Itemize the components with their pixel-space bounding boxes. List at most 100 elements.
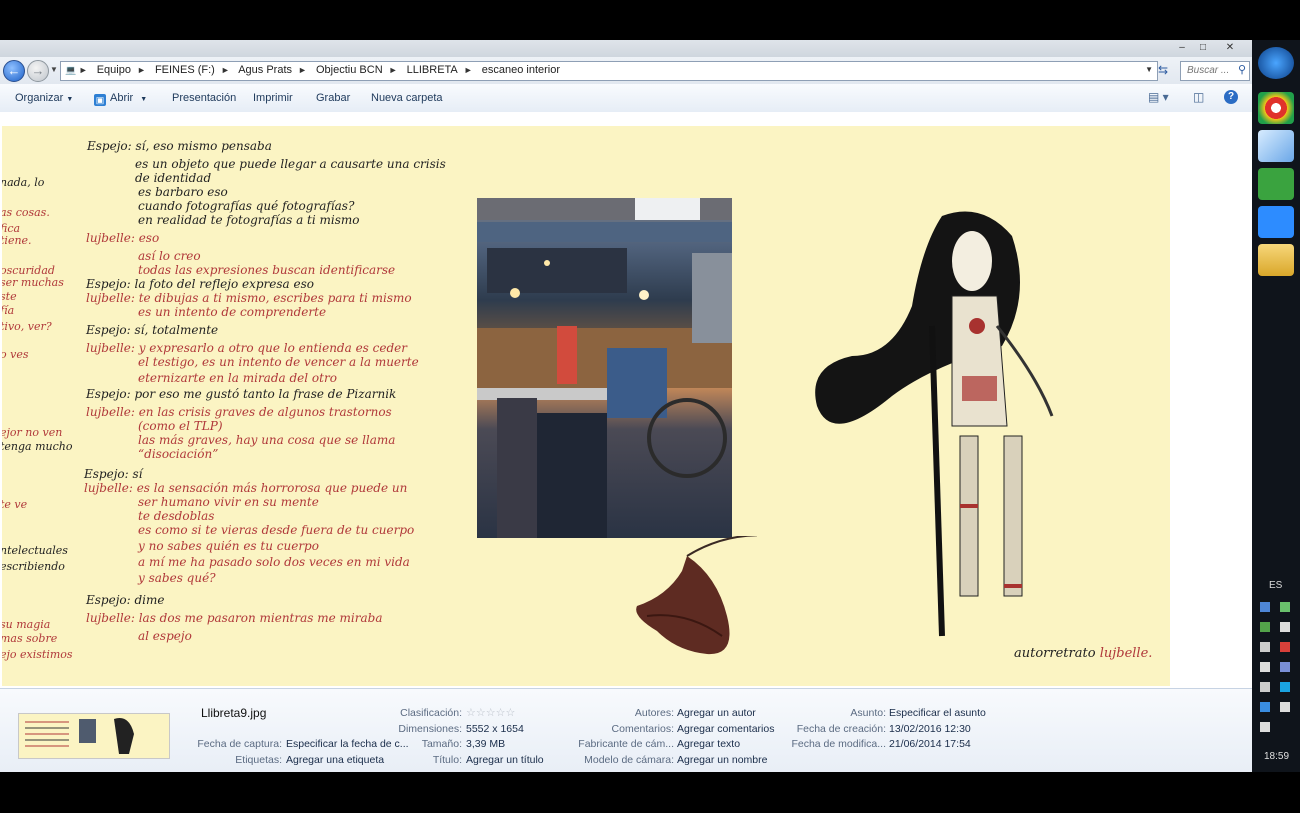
volume-icon[interactable] [1260,662,1270,672]
android-icon[interactable] [1258,168,1294,200]
star-icon[interactable]: ☆ [506,707,516,719]
margin-note: tivo, ver? [2,320,52,333]
tray-icon[interactable] [1260,602,1270,612]
star-icon[interactable]: ☆ [486,707,496,719]
note-line: Espejo: sí [84,467,143,481]
margin-note: as cosas. [2,206,50,219]
note-line: el testigo, es un intento de vencer a la… [138,355,419,369]
signature: autorretrato lujbelle. [1014,646,1152,661]
address-bar[interactable]: 💻 ► Equipo ► FEINES (F:) ► Agus Prats ► Obj… [60,61,1158,81]
organize-button[interactable]: Organizar ▼ [15,92,73,104]
close-icon[interactable]: ✕ [1220,41,1240,55]
slideshow-button[interactable]: Presentación [172,92,236,104]
title-bar: – □ ✕ [0,40,1252,57]
note-line: lujbelle: las dos me pasaron mientras me… [86,611,383,625]
star-icon[interactable]: ☆ [476,707,486,719]
note-line: “disociación” [138,447,219,461]
camera-model-value[interactable]: Agregar un nombre [677,754,767,766]
start-button-icon[interactable] [1258,47,1294,79]
tray-icon[interactable] [1260,682,1270,692]
camera-maker-value[interactable]: Agregar texto [677,738,740,750]
star-icon[interactable]: ☆ [496,707,506,719]
search-icon[interactable]: ⚲ [1238,63,1246,76]
crumb-separator-icon[interactable]: ► [298,65,307,75]
open-label: Abrir [110,92,134,104]
tray-icon[interactable] [1260,622,1270,632]
capture-date-value[interactable]: Especificar la fecha de c... [286,738,409,750]
crumb-separator-icon[interactable]: ► [464,65,473,75]
modified-date-label: Fecha de modifica... [791,738,886,750]
recent-pages-dropdown-icon[interactable]: ▼ [50,65,58,74]
chrome-icon[interactable] [1258,92,1294,124]
view-options-icon[interactable]: ▤ ▾ [1148,90,1169,104]
address-dropdown-icon[interactable]: ▼ [1145,65,1153,74]
back-button[interactable]: ← [3,60,25,82]
maximize-icon[interactable]: □ [1193,41,1213,55]
note-line: Espejo: dime [86,593,165,607]
app-icon[interactable] [1258,130,1294,162]
search-placeholder: Buscar ... [1187,65,1230,76]
new-folder-button[interactable]: Nueva carpeta [371,92,443,104]
tags-value[interactable]: Agregar una etiqueta [286,754,384,766]
refresh-icon[interactable]: ⇆ [1158,63,1168,77]
margin-note: tiene. [2,234,32,247]
minimize-icon[interactable]: – [1172,41,1192,55]
help-icon[interactable]: ? [1224,90,1238,104]
details-pane: Llibreta9.jpg Clasificación: ☆☆☆☆☆ Dimen… [0,688,1252,772]
note-line: Espejo: sí, eso mismo pensaba [87,139,272,153]
note-line: y no sabes quién es tu cuerpo [138,539,319,553]
language-indicator[interactable]: ES [1269,580,1282,591]
open-button[interactable]: ▣ Abrir ▼ [94,92,147,106]
crumb-llibreta[interactable]: LLIBRETA [407,64,458,76]
size-label: Tamaño: [421,738,462,750]
print-button[interactable]: Imprimir [253,92,293,104]
network-icon[interactable] [1260,722,1270,732]
crumb-objectiu-bcn[interactable]: Objectiu BCN [316,64,383,76]
crumb-separator-icon[interactable]: ► [137,65,146,75]
thumbnail-drawing [19,714,169,758]
dropbox-icon[interactable] [1260,702,1270,712]
crumb-agus-prats[interactable]: Agus Prats [238,64,292,76]
margin-note: mas sobre [2,632,58,645]
subject-value[interactable]: Especificar el asunto [889,707,986,719]
scanned-notebook-image: Espejo: sí, eso mismo pensaba es un objet… [2,126,1170,686]
star-icon[interactable]: ☆ [466,707,476,719]
tray-icon[interactable] [1280,622,1290,632]
rating-stars[interactable]: ☆☆☆☆☆ [466,706,515,719]
tray-icon[interactable] [1280,682,1290,692]
tray-icon[interactable] [1280,642,1290,652]
preview-pane-icon[interactable]: ◫ [1193,90,1204,104]
crumb-equipo[interactable]: Equipo [97,64,131,76]
note-line: es un intento de comprenderte [138,305,327,319]
zoom-icon[interactable] [1258,206,1294,238]
margin-note: su magia [2,618,51,631]
crumb-feines[interactable]: FEINES (F:) [155,64,215,76]
search-box[interactable]: Buscar ... ⚲ [1180,61,1250,81]
signature-name: lujbelle. [1099,646,1153,661]
note-line: lujbelle: y expresarlo a otro que lo ent… [86,341,407,355]
crumb-escaneo-interior[interactable]: escaneo interior [482,64,560,76]
bar-photo-drawing [477,198,732,538]
forward-button[interactable]: → [27,60,49,82]
crumb-separator-icon[interactable]: ► [389,65,398,75]
note-line: lujbelle: eso [86,231,160,245]
authors-value[interactable]: Agregar un autor [677,707,756,719]
organize-label: Organizar [15,92,64,104]
title-value[interactable]: Agregar un título [466,754,544,766]
size-value: 3,39 MB [466,738,506,750]
clock[interactable]: 18:59 [1264,751,1289,762]
action-center-icon[interactable] [1280,702,1290,712]
tray-icon[interactable] [1280,602,1290,612]
crumb-separator-icon[interactable]: ► [221,65,230,75]
tray-icon[interactable] [1280,662,1290,672]
authors-label: Autores: [634,707,674,719]
note-line: cuando fotografías qué fotografías? [138,199,355,213]
breadcrumb: 💻 ► Equipo ► FEINES (F:) ► Agus Prats ► Obj… [65,64,566,76]
file-explorer-icon[interactable] [1258,244,1294,276]
tray-icon[interactable] [1260,642,1270,652]
open-app-icon: ▣ [94,94,106,106]
note-line: eternizarte en la mirada del otro [138,371,337,385]
comments-value[interactable]: Agregar comentarios [677,723,774,735]
burn-button[interactable]: Grabar [316,92,350,104]
file-thumbnail[interactable] [18,713,170,759]
